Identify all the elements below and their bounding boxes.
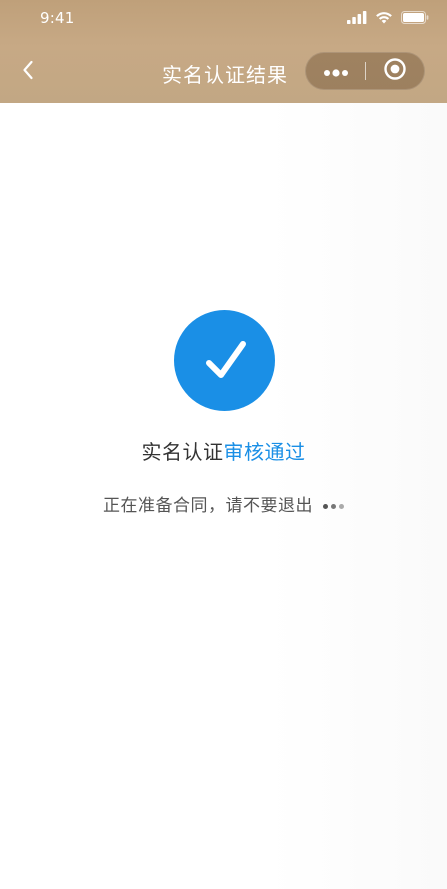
battery-icon bbox=[401, 9, 429, 28]
wifi-icon bbox=[375, 9, 393, 28]
result-content: 实名认证审核通过 正在准备合同，请不要退出 bbox=[0, 103, 447, 889]
page-title: 实名认证结果 bbox=[162, 63, 288, 87]
mini-program-capsule bbox=[305, 52, 425, 90]
result-subtitle: 正在准备合同，请不要退出 bbox=[0, 491, 447, 516]
loading-dots-icon bbox=[322, 503, 344, 509]
chevron-left-icon bbox=[21, 59, 35, 85]
status-icons bbox=[347, 9, 429, 27]
screen: 9:41 实名认证结果 实名认证审核通过 正在准备合同，请不要退出 bbox=[0, 0, 447, 889]
back-button[interactable] bbox=[16, 60, 40, 84]
result-title: 实名认证审核通过 bbox=[0, 436, 447, 465]
result-title-prefix: 实名认证 bbox=[141, 440, 224, 464]
check-circle-icon bbox=[174, 310, 275, 411]
mini-program-close-icon bbox=[383, 57, 407, 85]
status-bar: 9:41 bbox=[0, 0, 447, 36]
more-dots-icon bbox=[323, 62, 349, 81]
result-subtitle-text: 正在准备合同，请不要退出 bbox=[103, 496, 314, 516]
more-button[interactable] bbox=[306, 53, 365, 89]
status-time: 9:41 bbox=[40, 9, 75, 27]
nav-bar: 实名认证结果 bbox=[0, 50, 447, 94]
close-button[interactable] bbox=[365, 53, 424, 89]
result-title-status: 审核通过 bbox=[223, 440, 306, 464]
header: 9:41 实名认证结果 bbox=[0, 0, 447, 103]
signal-icon bbox=[347, 9, 367, 28]
